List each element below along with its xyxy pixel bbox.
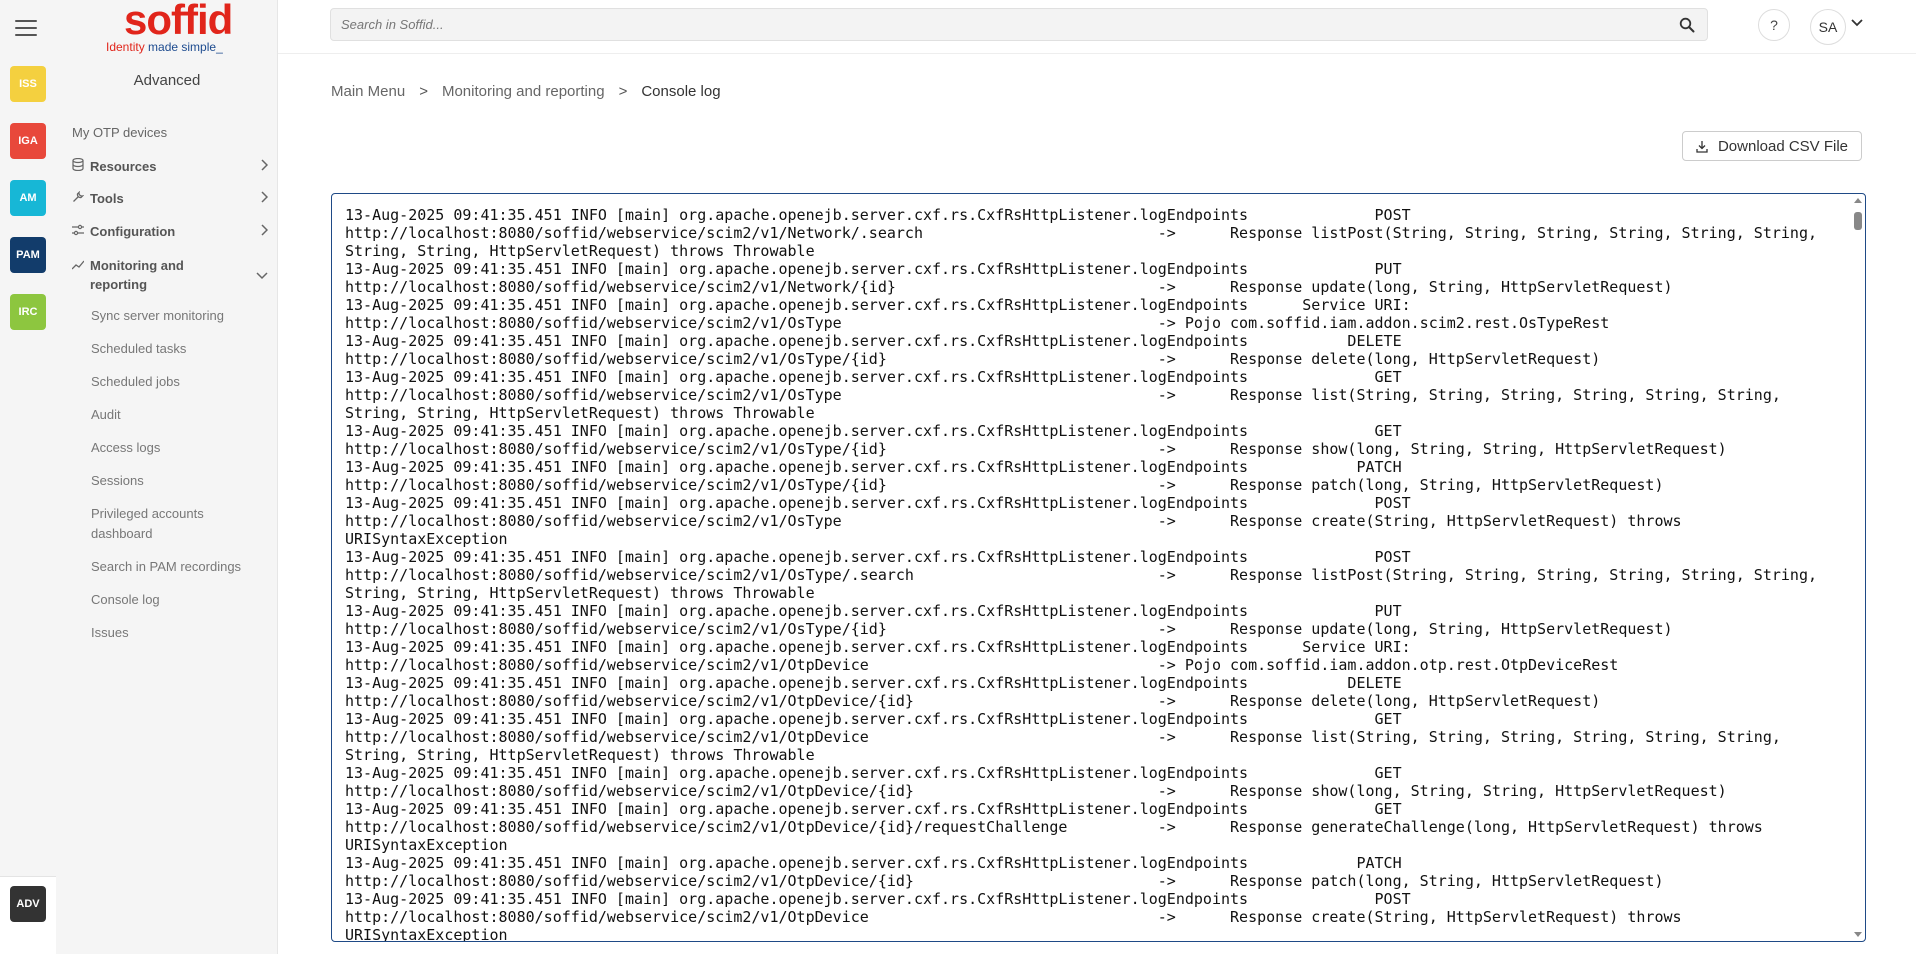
- soffid-logo[interactable]: soffid Identity made simple_: [106, 0, 236, 54]
- sidebar-item-label: Resources: [90, 158, 157, 174]
- sidebar-subitem-access-logs[interactable]: Access logs: [91, 438, 261, 458]
- console-log-textarea[interactable]: 13-Aug-2025 09:41:35.451 INFO [main] org…: [331, 193, 1866, 942]
- chevron-right-icon: [260, 158, 269, 174]
- sidebar-item-label: Tools: [90, 191, 124, 206]
- scroll-up-arrow-icon[interactable]: [1854, 198, 1862, 203]
- database-icon: [72, 157, 86, 174]
- section-title: Advanced: [133, 72, 201, 89]
- scroll-down-arrow-icon[interactable]: [1854, 932, 1862, 937]
- sidebar-item-configuration[interactable]: Configuration: [72, 224, 269, 239]
- search-box: [330, 8, 1708, 41]
- scroll-thumb[interactable]: [1854, 212, 1862, 230]
- sliders-icon: [72, 224, 86, 239]
- app-irc-button[interactable]: IRC: [10, 294, 46, 330]
- app-pam-button[interactable]: PAM: [10, 237, 46, 273]
- app-rail: ISS IGA AM PAM IRC ADV: [0, 0, 56, 954]
- sidebar-item-resources[interactable]: Resources: [72, 157, 269, 174]
- wrench-icon: [72, 190, 86, 206]
- console-scrollbar[interactable]: [1851, 194, 1865, 941]
- app-iga-button[interactable]: IGA: [10, 123, 46, 159]
- sidebar-subitem-scheduled-tasks[interactable]: Scheduled tasks: [91, 339, 261, 359]
- avatar[interactable]: SA: [1810, 9, 1846, 45]
- side-navigation: soffid Identity made simple_ Advanced My…: [56, 0, 278, 954]
- sidebar-subitem-search-in-pam-recordings[interactable]: Search in PAM recordings: [91, 557, 261, 577]
- sidebar-subitem-scheduled-jobs[interactable]: Scheduled jobs: [91, 372, 261, 392]
- search-input[interactable]: [331, 9, 1707, 40]
- app-am-button[interactable]: AM: [10, 180, 46, 216]
- logo-word: soffid: [124, 0, 233, 43]
- hamburger-menu-icon[interactable]: [15, 20, 37, 38]
- chevron-right-icon: [260, 224, 269, 239]
- app-iss-button[interactable]: ISS: [10, 66, 46, 102]
- sidebar-subitem-sync-server-monitoring[interactable]: Sync server monitoring: [91, 306, 261, 326]
- sidebar-subitem-console-log[interactable]: Console log: [91, 590, 261, 610]
- console-log-text: 13-Aug-2025 09:41:35.451 INFO [main] org…: [345, 206, 1818, 942]
- sidebar-item-monitoring-and-reporting[interactable]: Monitoring and reporting: [71, 256, 268, 294]
- logo-tagline-part2: made simple_: [144, 40, 223, 54]
- breadcrumb: Main Menu > Monitoring and reporting > C…: [331, 83, 721, 100]
- sidebar-item-label: Configuration: [90, 224, 176, 239]
- sidebar-item-tools[interactable]: Tools: [72, 190, 269, 206]
- sidebar-item-my-otp-devices[interactable]: My OTP devices: [72, 125, 268, 140]
- sidebar-subitem-audit[interactable]: Audit: [91, 405, 261, 425]
- breadcrumb-current-page: Console log: [641, 83, 721, 100]
- download-csv-button[interactable]: Download CSV File: [1682, 131, 1862, 161]
- breadcrumb-separator: >: [618, 83, 628, 100]
- breadcrumb-main-menu[interactable]: Main Menu: [331, 83, 405, 100]
- download-icon: [1696, 140, 1708, 153]
- breadcrumb-separator: >: [419, 83, 428, 100]
- sidebar-item-label: Monitoring and reporting: [90, 258, 184, 292]
- search-icon[interactable]: [1679, 17, 1695, 33]
- download-csv-label: Download CSV File: [1717, 137, 1849, 155]
- app-adv-button[interactable]: ADV: [10, 886, 46, 922]
- sidebar-subitem-issues[interactable]: Issues: [91, 623, 261, 643]
- help-button[interactable]: ?: [1758, 9, 1790, 41]
- rail-bottom: ADV: [0, 876, 56, 954]
- chart-line-icon: [71, 258, 86, 277]
- logo-tagline: Identity made simple_: [106, 40, 223, 54]
- sidebar-subitem-sessions[interactable]: Sessions: [91, 471, 261, 491]
- top-bar: ? SA: [278, 0, 1916, 54]
- chevron-right-icon: [260, 191, 269, 206]
- chevron-down-icon[interactable]: [1849, 14, 1865, 30]
- chevron-down-icon: [256, 266, 268, 285]
- breadcrumb-monitoring-and-reporting[interactable]: Monitoring and reporting: [442, 83, 605, 100]
- sidebar-item-label: My OTP devices: [72, 125, 168, 140]
- logo-tagline-part1: Identity: [106, 40, 145, 54]
- sidebar-subitem-privileged-accounts-dashboard[interactable]: Privileged accounts dashboard: [91, 504, 221, 544]
